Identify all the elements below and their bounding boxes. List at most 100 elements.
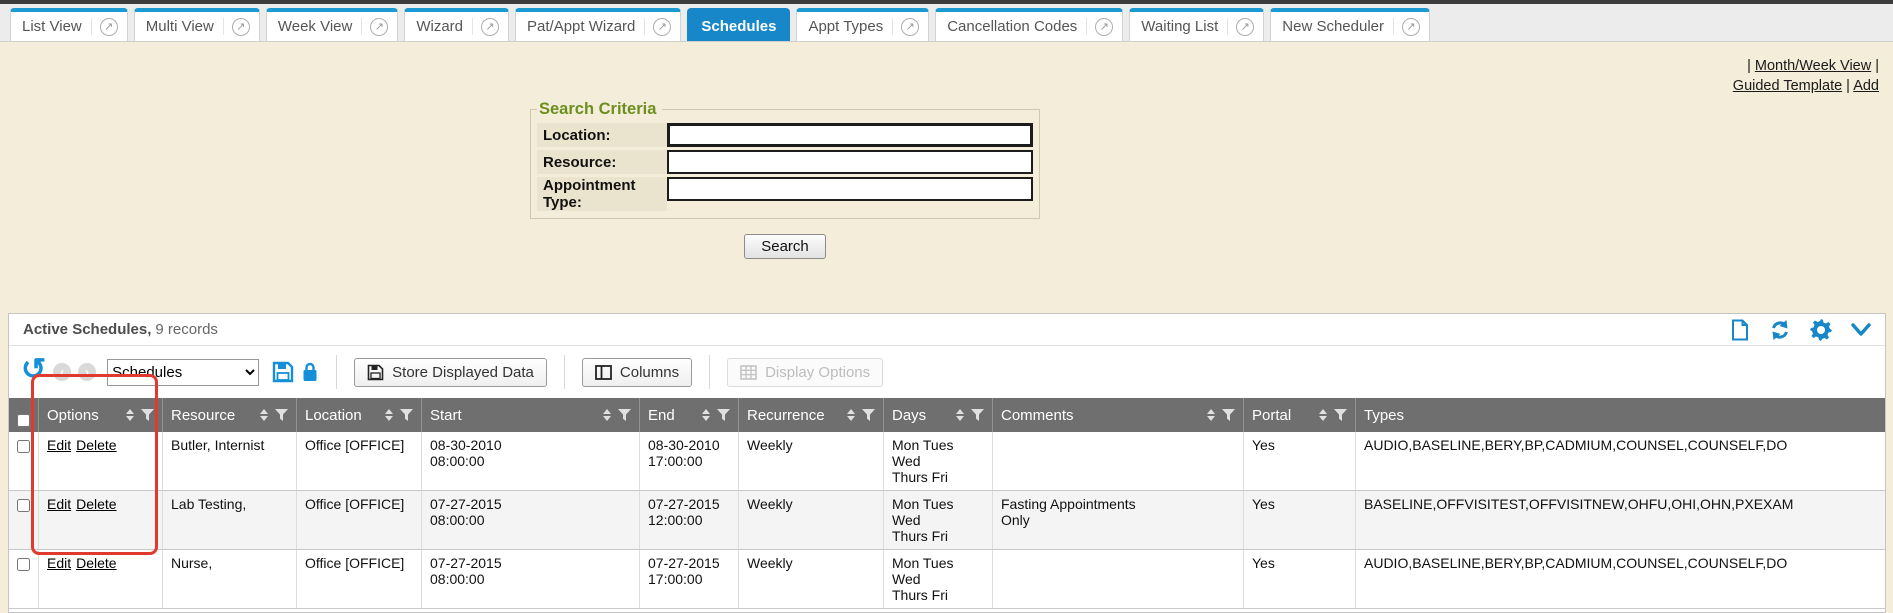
toolbar-divider: [564, 355, 565, 389]
resource-label: Resource:: [537, 150, 667, 174]
cell-end: 07-27-2015 17:00:00: [640, 550, 739, 608]
external-link-icon[interactable]: ↗: [901, 18, 919, 36]
filter-funnel-icon[interactable]: [971, 409, 984, 421]
filter-funnel-icon[interactable]: [1222, 409, 1235, 421]
location-input[interactable]: [667, 123, 1033, 147]
delete-link[interactable]: Delete: [76, 496, 116, 512]
sort-icon[interactable]: [1313, 409, 1327, 421]
collapse-chevron-icon[interactable]: [1851, 323, 1871, 337]
column-header-portal[interactable]: Portal: [1244, 398, 1356, 432]
row-checkbox[interactable]: [17, 558, 30, 571]
cell-location: Office [OFFICE]: [297, 550, 422, 608]
external-link-icon[interactable]: ↗: [653, 18, 671, 36]
tab-new-scheduler[interactable]: New Scheduler ↗: [1270, 8, 1430, 41]
lock-icon[interactable]: [301, 361, 319, 383]
row-checkbox[interactable]: [17, 499, 30, 512]
tab-cancellation-codes[interactable]: Cancellation Codes ↗: [935, 8, 1123, 41]
external-link-icon[interactable]: ↗: [1402, 18, 1420, 36]
save-view-icon[interactable]: [272, 361, 294, 383]
history-back-icon: ‹: [53, 363, 71, 381]
select-all-checkbox[interactable]: [17, 414, 30, 427]
external-link-icon[interactable]: ↗: [232, 18, 250, 36]
tab-appt-types[interactable]: Appt Types ↗: [796, 8, 929, 41]
cell-options: Edit Delete: [39, 550, 163, 608]
columns-button[interactable]: Columns: [582, 358, 692, 387]
tab-label: Schedules: [697, 18, 780, 35]
cell-options: Edit Delete: [39, 432, 163, 490]
column-label: End: [648, 407, 675, 424]
external-link-icon[interactable]: ↗: [1095, 18, 1113, 36]
column-header-days[interactable]: Days: [884, 398, 993, 432]
store-displayed-data-button[interactable]: Store Displayed Data: [354, 358, 547, 387]
column-label: Resource: [171, 407, 235, 424]
column-header-start[interactable]: Start: [422, 398, 640, 432]
column-header-resource[interactable]: Resource: [163, 398, 297, 432]
column-header-options[interactable]: Options: [39, 398, 163, 432]
table-header-row: Options Resource Location Start End: [9, 398, 1885, 432]
refresh-icon[interactable]: [1769, 319, 1791, 341]
panel-title: Active Schedules,9 records: [23, 321, 218, 338]
row-checkbox[interactable]: [17, 440, 30, 453]
column-label: Types: [1364, 407, 1404, 424]
columns-icon: [595, 365, 612, 380]
search-field-row: Location:: [537, 123, 1033, 147]
cell-portal: Yes: [1244, 550, 1356, 608]
appointment-type-input[interactable]: [667, 177, 1033, 201]
tab-schedules[interactable]: Schedules: [687, 8, 790, 41]
settings-gear-icon[interactable]: [1810, 319, 1832, 341]
search-field-row: Appointment Type:: [537, 177, 1033, 211]
filter-funnel-icon[interactable]: [862, 409, 875, 421]
cell-resource: Butler, Internist: [163, 432, 297, 490]
external-link-icon[interactable]: ↗: [100, 18, 118, 36]
tab-list-view[interactable]: List View ↗: [10, 8, 128, 41]
column-header-comments[interactable]: Comments: [993, 398, 1244, 432]
column-header-location[interactable]: Location: [297, 398, 422, 432]
view-select[interactable]: Schedules: [107, 359, 259, 386]
filter-funnel-icon[interactable]: [275, 409, 288, 421]
schedules-table: Options Resource Location Start End: [9, 398, 1885, 609]
search-button[interactable]: Search: [744, 234, 826, 259]
external-link-icon[interactable]: ↗: [481, 18, 499, 36]
sort-icon[interactable]: [841, 409, 855, 421]
column-header-recurrence[interactable]: Recurrence: [739, 398, 884, 432]
cell-types: AUDIO,BASELINE,BERY,BP,CADMIUM,COUNSEL,C…: [1356, 432, 1885, 490]
sort-icon[interactable]: [379, 409, 393, 421]
sort-icon[interactable]: [950, 409, 964, 421]
edit-link[interactable]: Edit: [47, 496, 71, 512]
month-week-view-link[interactable]: Month/Week View: [1755, 58, 1871, 74]
table-row: Edit Delete Butler, Internist Office [OFF…: [9, 432, 1885, 491]
undo-icon[interactable]: ↺: [21, 355, 46, 385]
cell-recurrence: Weekly: [739, 550, 884, 608]
filter-funnel-icon[interactable]: [618, 409, 631, 421]
edit-link[interactable]: Edit: [47, 555, 71, 571]
external-link-icon[interactable]: ↗: [370, 18, 388, 36]
filter-funnel-icon[interactable]: [400, 409, 413, 421]
tab-waiting-list[interactable]: Waiting List ↗: [1129, 8, 1264, 41]
sort-icon[interactable]: [597, 409, 611, 421]
cell-end: 08-30-2010 17:00:00: [640, 432, 739, 490]
tab-wizard[interactable]: Wizard ↗: [404, 8, 509, 41]
tab-week-view[interactable]: Week View ↗: [266, 8, 398, 41]
tab-multi-view[interactable]: Multi View ↗: [134, 8, 260, 41]
new-document-icon[interactable]: [1730, 319, 1750, 341]
delete-link[interactable]: Delete: [76, 555, 116, 571]
external-link-icon[interactable]: ↗: [1236, 18, 1254, 36]
store-displayed-data-label: Store Displayed Data: [392, 364, 534, 381]
tab-pat-appt-wizard[interactable]: Pat/Appt Wizard ↗: [515, 8, 681, 41]
column-header-end[interactable]: End: [640, 398, 739, 432]
resource-input[interactable]: [667, 150, 1033, 174]
filter-funnel-icon[interactable]: [717, 409, 730, 421]
sort-icon[interactable]: [120, 409, 134, 421]
filter-funnel-icon[interactable]: [1334, 409, 1347, 421]
sort-icon[interactable]: [254, 409, 268, 421]
edit-link[interactable]: Edit: [47, 437, 71, 453]
delete-link[interactable]: Delete: [76, 437, 116, 453]
filter-funnel-icon[interactable]: [141, 409, 154, 421]
add-link[interactable]: Add: [1853, 78, 1879, 94]
guided-template-link[interactable]: Guided Template: [1733, 78, 1842, 94]
sort-icon[interactable]: [696, 409, 710, 421]
sort-icon[interactable]: [1201, 409, 1215, 421]
panel-title-bold: Active Schedules,: [23, 321, 151, 338]
cell-location: Office [OFFICE]: [297, 432, 422, 490]
column-header-types[interactable]: Types: [1356, 398, 1885, 432]
